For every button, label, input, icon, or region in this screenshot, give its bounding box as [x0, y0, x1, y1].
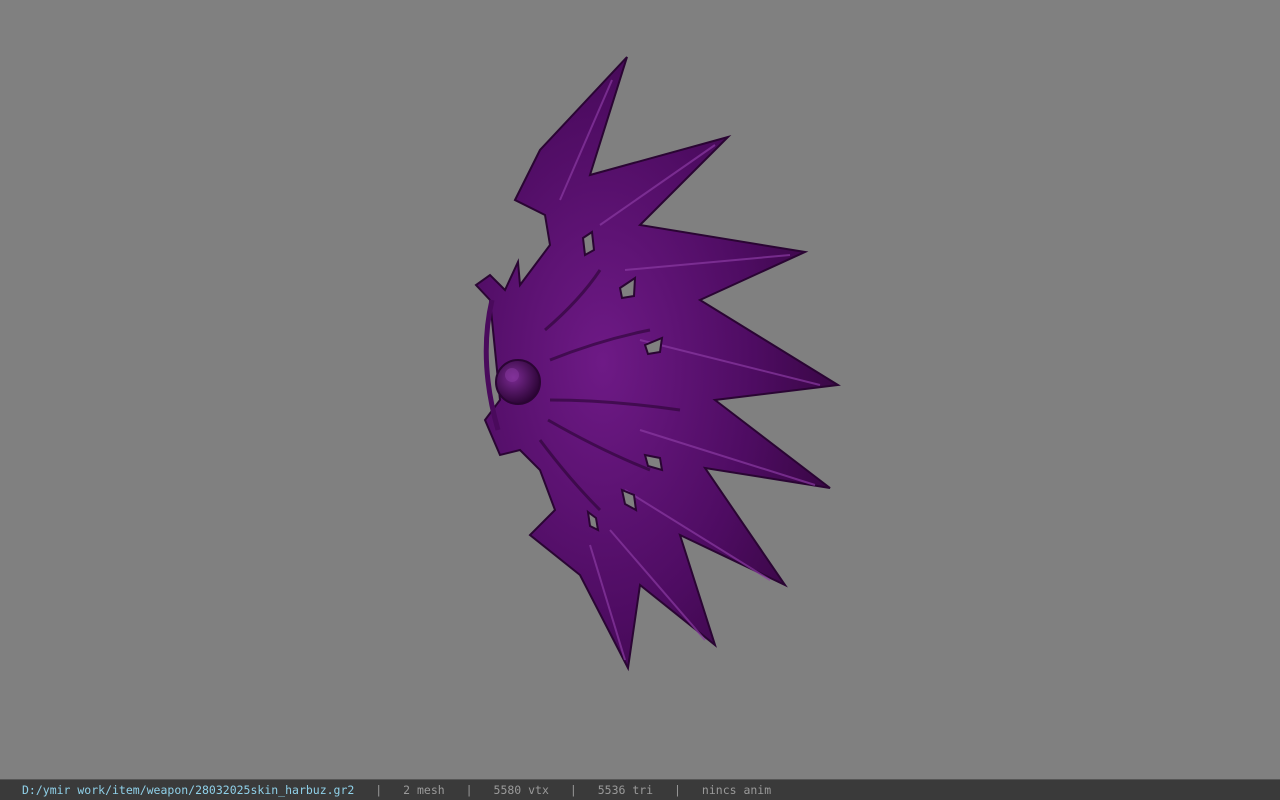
status-separator: | — [465, 783, 473, 797]
3d-viewport[interactable] — [0, 0, 1280, 779]
mesh-count-text: 2 mesh — [403, 783, 445, 797]
status-separator: | — [375, 783, 383, 797]
file-path-text: D:/ymir work/item/weapon/28032025skin_ha… — [22, 783, 355, 797]
status-separator: | — [674, 783, 681, 797]
status-bar: D:/ymir work/item/weapon/28032025skin_ha… — [0, 779, 1280, 800]
vertex-count-text: 5580 vtx — [493, 783, 549, 797]
purple-winged-weapon-model-icon[interactable] — [0, 0, 1280, 779]
animation-status-text: nincs anim — [701, 783, 772, 797]
triangle-count-text: 5536 tri — [597, 783, 654, 797]
status-separator: | — [569, 783, 577, 797]
